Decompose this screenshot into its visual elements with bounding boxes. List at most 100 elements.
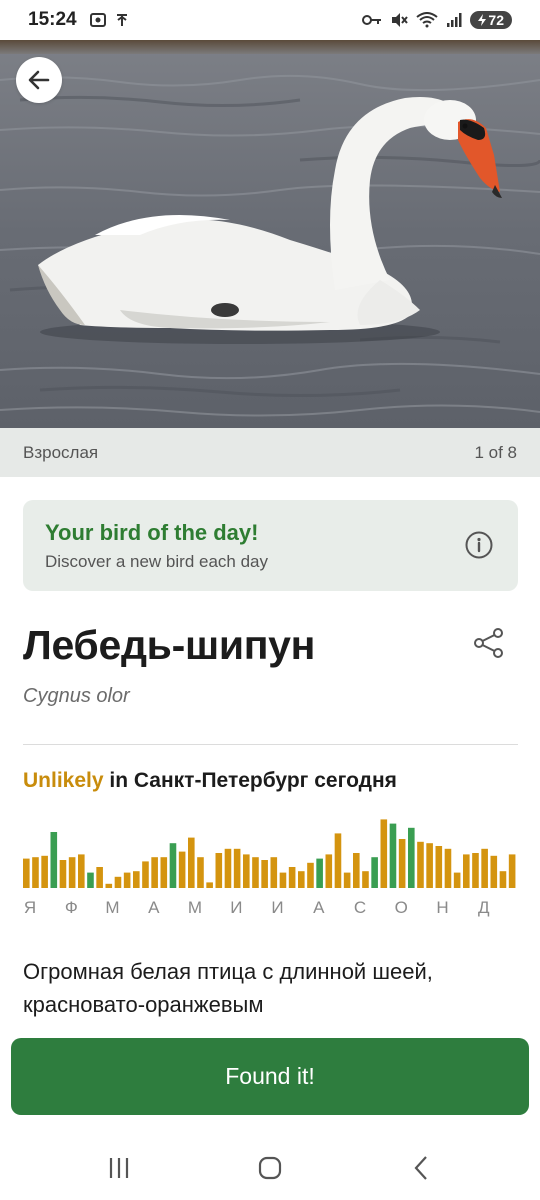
chart-bar xyxy=(105,883,113,888)
photo-caption-strip: Взрослая 1 of 8 xyxy=(0,428,540,477)
chart-bar xyxy=(371,857,378,888)
recents-icon[interactable] xyxy=(104,1153,134,1183)
chart-bar xyxy=(23,858,30,888)
chart-bar xyxy=(490,855,498,888)
chart-bar xyxy=(298,871,305,888)
seasonality-chart xyxy=(23,819,516,888)
chart-bar xyxy=(307,862,314,888)
chart-bar xyxy=(316,858,323,888)
divider xyxy=(23,744,518,745)
chart-bar xyxy=(32,857,39,888)
bird-of-day-subtitle: Discover a new bird each day xyxy=(45,552,269,571)
chart-bar xyxy=(233,848,241,888)
chart-bar xyxy=(417,841,424,888)
month-label: Н xyxy=(436,898,449,917)
chart-bar xyxy=(463,854,470,888)
likelihood-status: Unlikely xyxy=(23,769,104,792)
chart-bar xyxy=(215,853,223,888)
chart-bar xyxy=(151,857,158,888)
likelihood-location: in Санкт-Петербург сегодня xyxy=(103,769,397,792)
chart-bar xyxy=(288,867,296,888)
month-label: А xyxy=(148,898,160,917)
battery-level: 72 xyxy=(488,12,504,28)
month-label: И xyxy=(230,898,243,917)
chart-bar xyxy=(133,871,140,888)
chart-bar xyxy=(206,882,213,888)
found-it-button[interactable]: Found it! xyxy=(11,1038,529,1115)
chart-bar xyxy=(197,857,204,888)
home-icon[interactable] xyxy=(255,1153,285,1183)
likelihood-line: Unlikely in Санкт-Петербург сегодня xyxy=(23,769,397,793)
month-label: М xyxy=(187,898,203,917)
chart-bar xyxy=(114,876,122,888)
chart-bar xyxy=(252,857,259,888)
arrow-left-icon xyxy=(28,70,50,90)
chart-bar xyxy=(426,843,433,888)
chart-bar xyxy=(160,857,168,888)
chart-bar xyxy=(353,853,360,888)
wifi-icon xyxy=(416,12,439,28)
chart-bar xyxy=(50,832,58,888)
bird-of-day-card: Your bird of the day! Discover a new bir… xyxy=(23,500,518,591)
status-bar: 15:24 72 xyxy=(0,0,540,40)
month-label: Ф xyxy=(64,898,78,917)
back-icon[interactable] xyxy=(407,1153,437,1183)
chart-bar xyxy=(499,871,507,888)
chart-bar xyxy=(279,872,287,888)
chart-bar xyxy=(453,872,461,888)
month-label: О xyxy=(394,898,408,917)
chart-bar xyxy=(224,848,232,888)
chart-bar xyxy=(380,819,388,888)
chart-bar xyxy=(41,855,48,888)
chart-bar xyxy=(343,872,351,888)
chart-bar xyxy=(408,827,415,888)
chart-bar xyxy=(68,857,76,888)
chart-bar xyxy=(261,860,268,888)
status-time: 15:24 xyxy=(28,9,77,30)
latin-name: Cygnus olor xyxy=(23,685,130,707)
photo-caption: Взрослая xyxy=(23,442,99,462)
month-label: Д xyxy=(478,898,490,917)
key-icon xyxy=(362,15,382,25)
chart-bar xyxy=(270,857,278,888)
chart-bar xyxy=(243,854,250,888)
navigation-bar xyxy=(0,1135,540,1200)
chart-bar xyxy=(87,872,94,888)
chart-bar xyxy=(123,872,131,888)
chart-bar xyxy=(96,867,103,888)
cell-signal-icon xyxy=(447,13,462,27)
chart-bar xyxy=(78,854,85,888)
month-label: Я xyxy=(23,898,37,917)
chart-bar xyxy=(389,823,397,888)
chart-bar xyxy=(188,837,195,888)
chart-bar xyxy=(444,848,452,888)
chart-bar xyxy=(178,851,186,888)
chart-bar xyxy=(435,846,443,888)
signal-t-icon xyxy=(116,14,127,26)
month-label: М xyxy=(105,898,120,917)
month-labels: ЯФМАМИИАСОНД xyxy=(23,898,518,922)
info-icon[interactable] xyxy=(464,530,494,560)
chart-bar xyxy=(59,860,67,888)
chart-bar xyxy=(325,854,333,888)
chart-bar xyxy=(169,843,177,888)
month-label: И xyxy=(271,898,284,917)
chart-bar xyxy=(362,871,369,888)
chart-bar xyxy=(481,848,488,888)
month-label: С xyxy=(353,898,367,917)
photo-counter: 1 of 8 xyxy=(474,442,517,462)
chart-bar xyxy=(398,839,406,888)
chart-bar xyxy=(142,861,149,888)
bird-of-day-title: Your bird of the day! xyxy=(45,520,259,545)
bird-photo[interactable] xyxy=(0,40,540,428)
chart-bar xyxy=(334,833,342,888)
month-label: А xyxy=(313,898,325,917)
share-icon[interactable] xyxy=(472,626,506,660)
mute-icon xyxy=(392,13,409,27)
bird-name: Лебедь-шипун xyxy=(23,622,316,668)
chart-bar xyxy=(472,853,479,888)
bird-description: Огромная белая птица с длинной шеей, кра… xyxy=(23,959,433,1017)
chart-bar xyxy=(508,854,516,888)
back-button[interactable] xyxy=(16,57,62,103)
battery-icon: 72 xyxy=(470,11,512,29)
